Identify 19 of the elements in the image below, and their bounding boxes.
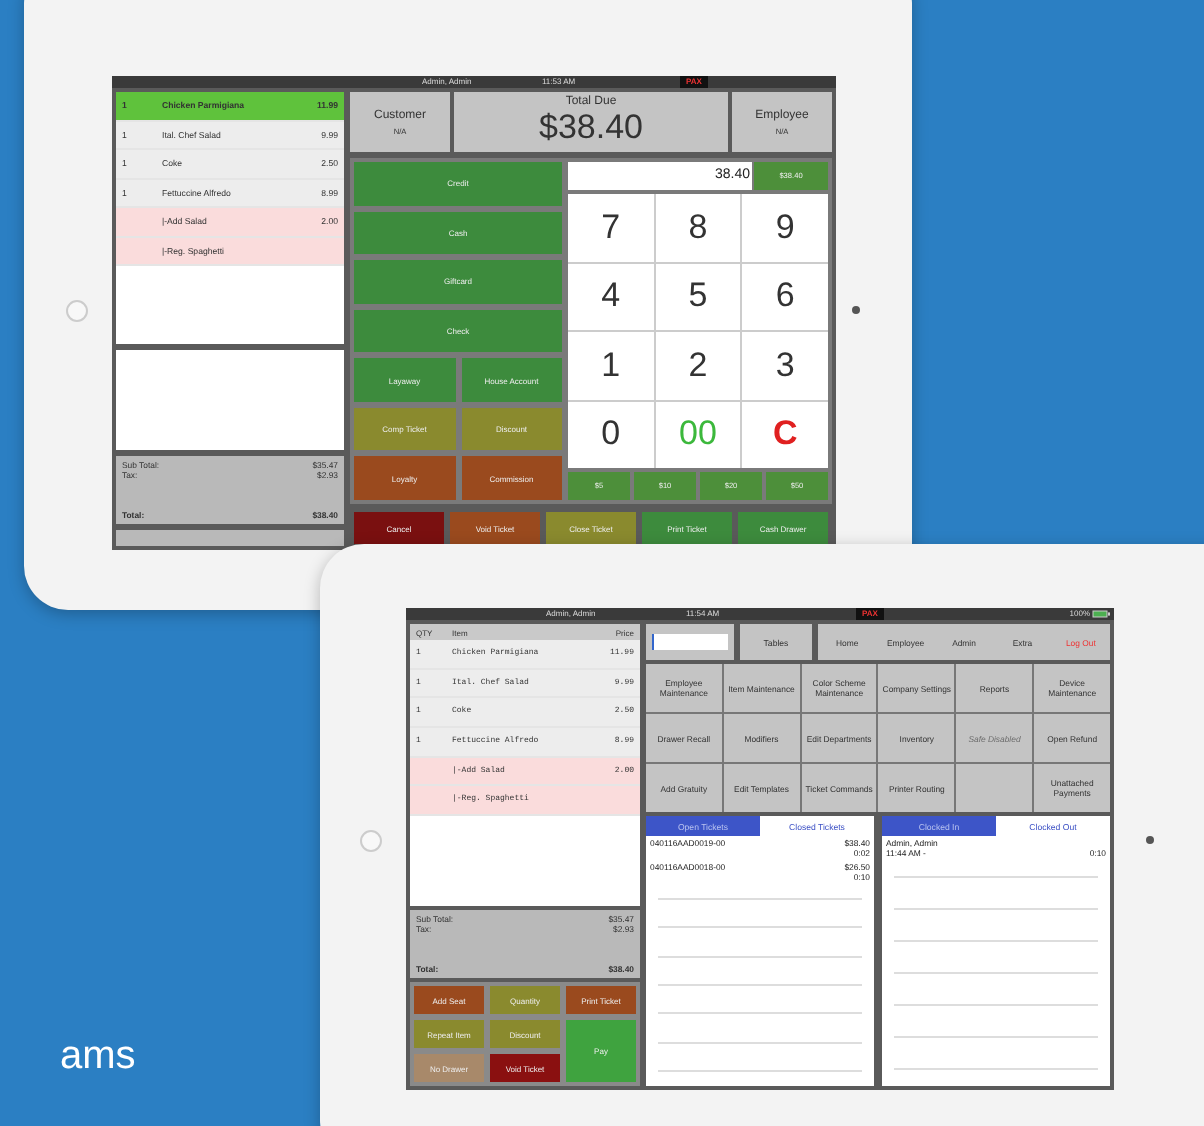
- search-field[interactable]: [646, 624, 734, 660]
- keypad-key[interactable]: C: [742, 401, 828, 468]
- home-button-icon: [360, 830, 382, 852]
- keypad-key[interactable]: 7: [568, 194, 654, 261]
- keypad-key[interactable]: 0: [568, 401, 654, 468]
- battery-icon: [1092, 610, 1110, 618]
- keypad-key[interactable]: 5: [655, 263, 741, 330]
- keypad-key[interactable]: 8: [655, 194, 741, 261]
- keypad-key[interactable]: 6: [742, 263, 828, 330]
- caption-text: ams: [60, 1034, 136, 1080]
- home-button-icon: [66, 300, 88, 322]
- total-due-amount: $38.40: [539, 108, 643, 148]
- camera-icon: [852, 306, 860, 314]
- keypad-key[interactable]: 1: [568, 332, 654, 399]
- keypad-key[interactable]: 3: [742, 332, 828, 399]
- camera-icon: [1146, 836, 1154, 844]
- keypad-key[interactable]: 9: [742, 194, 828, 261]
- keypad-key[interactable]: 4: [568, 263, 654, 330]
- keypad-key[interactable]: 2: [655, 332, 741, 399]
